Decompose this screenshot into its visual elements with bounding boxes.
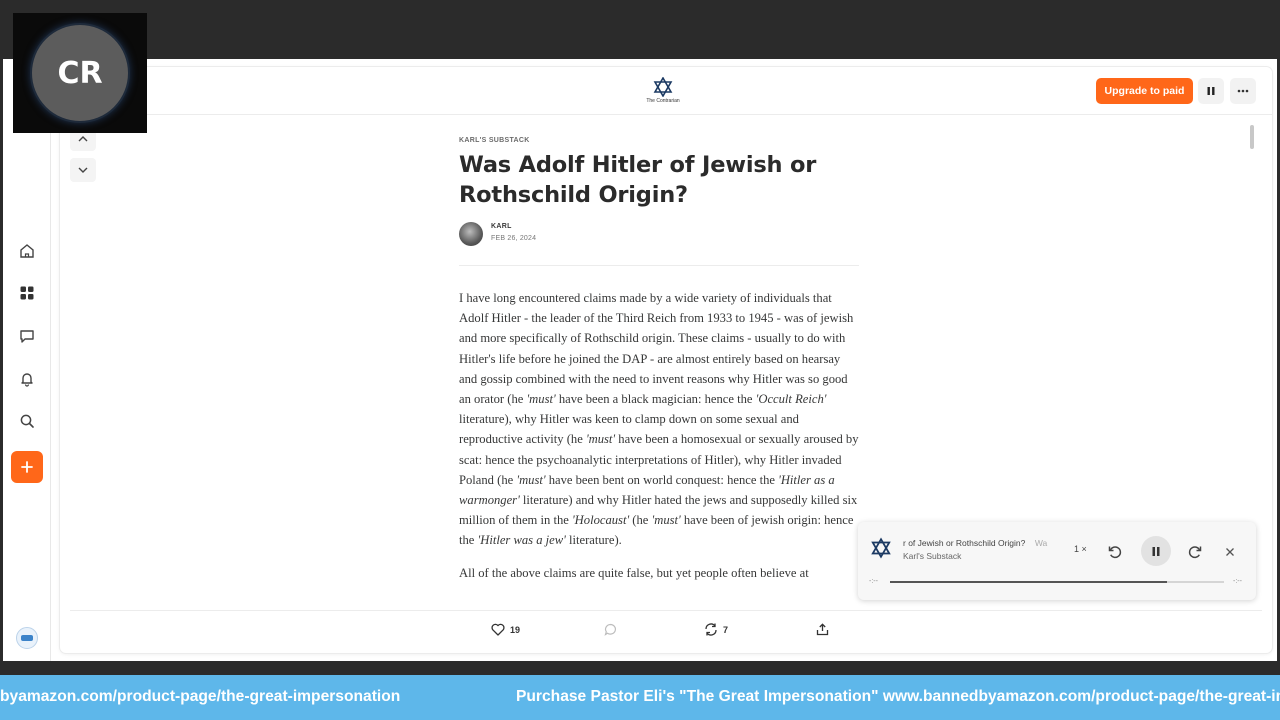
comment-icon [604,623,616,636]
pause-audio-button[interactable] [1198,78,1224,104]
body-text: (he [629,513,652,528]
publication-name[interactable]: KARL'S SUBSTACK [459,137,859,144]
pause-icon [1152,546,1160,556]
webcam-overlay: CR [13,13,147,133]
chat-icon[interactable] [13,322,41,350]
ellipsis-icon [1237,89,1249,93]
heart-icon [491,623,505,636]
more-options-button[interactable] [1230,78,1256,104]
emphasis-text: 'Holocaust' [571,513,630,528]
player-publication-logo [870,537,892,561]
emphasis-text: 'must' [516,472,546,487]
progress-fill [890,581,1168,583]
emphasis-text: 'must' [526,392,556,407]
pause-icon [1207,87,1215,95]
body-text: I have long encountered claims made by a… [459,291,854,407]
rewind-icon [1108,546,1122,559]
chevron-down-icon [78,167,88,173]
publication-logo[interactable]: The Contrarian [646,77,680,107]
bell-icon[interactable] [13,365,41,393]
player-subtitle: Karl's Substack [903,551,962,561]
emphasis-text: 'must' [651,513,681,528]
like-button[interactable]: 19 [491,623,520,636]
restack-icon [705,623,717,636]
chevron-up-icon [78,136,88,142]
ticker-text-right: Purchase Pastor Eli's "The Great Imperso… [516,688,1280,705]
grid-icon[interactable] [13,279,41,307]
post-actions-bar: 19 7 [70,610,1262,653]
post-body: I have long encountered claims made by a… [459,288,859,583]
progress-track[interactable] [890,581,1224,583]
plus-icon [21,461,33,473]
share-icon [816,623,829,636]
next-post-button[interactable] [70,158,96,182]
emphasis-text: 'Hitler was a jew' [477,533,566,548]
forward-button[interactable] [1181,538,1209,566]
playback-speed-button[interactable]: 1 × [1074,544,1087,554]
author-name[interactable]: KARL [491,223,512,230]
restack-count: 7 [723,624,729,635]
body-text: literature). [565,533,622,548]
post-header: The Contrarian Upgrade to paid [60,67,1272,115]
upgrade-button[interactable]: Upgrade to paid [1096,78,1193,104]
close-player-button[interactable] [1216,538,1244,566]
home-icon[interactable] [13,237,41,265]
top-bar [0,0,1280,59]
byline: KARL FEB 26, 2024 [459,222,859,248]
author-avatar[interactable] [459,222,483,246]
divider [459,265,859,266]
forward-icon [1188,546,1202,559]
close-icon [1226,548,1234,556]
comment-button[interactable] [604,623,622,636]
paragraph-1: I have long encountered claims made by a… [459,288,859,551]
search-icon[interactable] [13,407,41,435]
audio-player: r of Jewish or Rothschild Origin? Wa Kar… [858,522,1256,600]
ticker-banner: byamazon.com/product-page/the-great-impe… [0,675,1280,720]
emphasis-text: 'Occult Reich' [755,392,827,407]
like-count: 19 [510,624,521,635]
emphasis-text: 'must' [585,432,616,447]
restack-button[interactable]: 7 [704,623,728,636]
share-button[interactable] [816,623,834,636]
remaining-time: -:-- [1233,578,1242,585]
player-title: r of Jewish or Rothschild Origin? Wa [903,538,1048,548]
rewind-button[interactable] [1101,538,1129,566]
paragraph-2: All of the above claims are quite false,… [459,565,809,580]
player-pause-button[interactable] [1141,536,1171,566]
article: KARL'S SUBSTACK Was Adolf Hitler of Jewi… [459,137,859,595]
elapsed-time: -:-- [869,578,878,585]
post-date: FEB 26, 2024 [491,235,537,242]
ticker-text-left: byamazon.com/product-page/the-great-impe… [0,688,401,705]
star-of-david-icon [653,77,673,97]
star-of-david-icon [871,537,891,559]
left-rail [3,59,51,661]
create-button[interactable] [11,451,43,483]
avatar: CR [30,23,130,123]
body-text: have been bent on world conquest: hence … [545,472,779,487]
scrollbar-thumb[interactable] [1250,125,1254,149]
publication-logo-text: The Contrarian [646,98,680,104]
body-text: have been a black magician: hence the [555,392,756,407]
workspace-logo-icon[interactable] [16,627,38,649]
post-title: Was Adolf Hitler of Jewish or Rothschild… [459,152,817,208]
